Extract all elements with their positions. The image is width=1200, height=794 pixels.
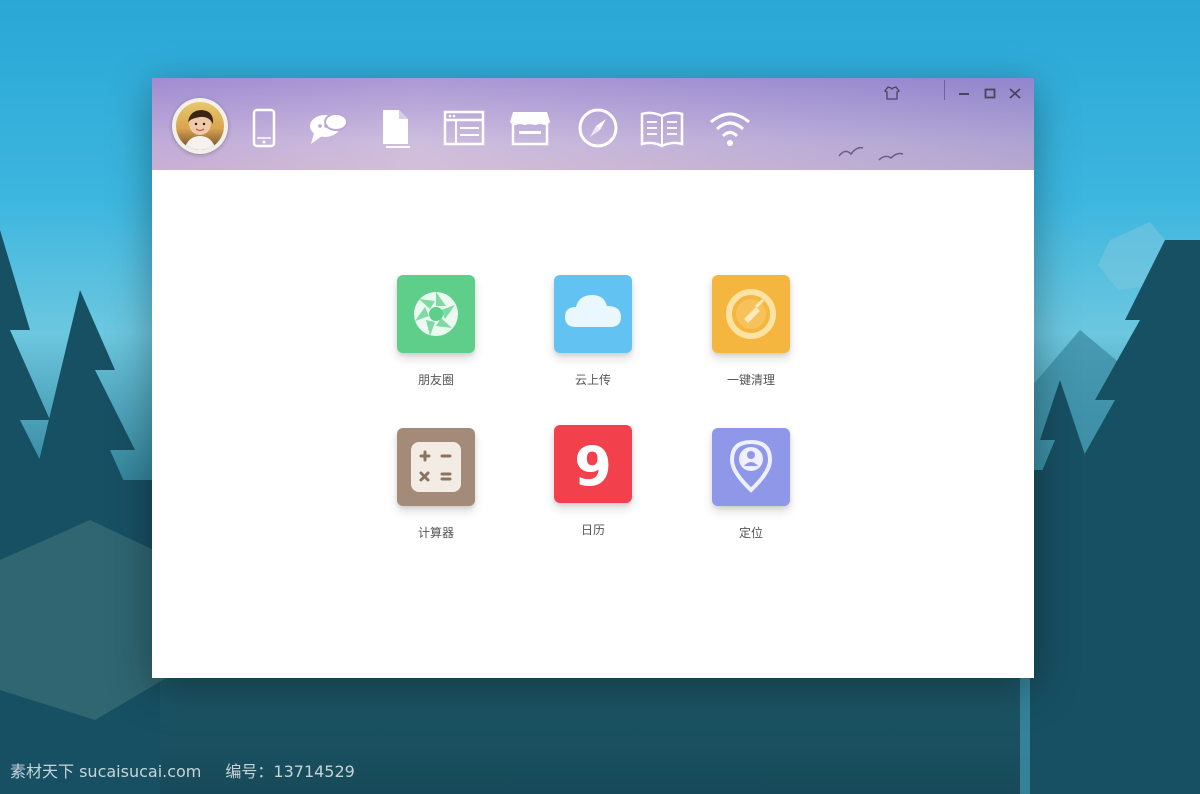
location-pin-icon <box>712 428 790 506</box>
chat-bubbles-icon[interactable] <box>306 106 350 150</box>
shutter-icon <box>397 275 475 353</box>
controls-separator <box>944 80 945 100</box>
calendar-nine-icon: 9 <box>554 425 632 503</box>
app-tile-calculator[interactable]: 计算器 <box>366 428 506 558</box>
cloud-icon <box>554 275 632 353</box>
app-label: 定位 <box>738 526 763 540</box>
app-tile-moments[interactable]: 朋友圈 <box>366 275 506 405</box>
app-label: 朋友圈 <box>417 373 454 387</box>
close-icon[interactable] <box>1005 83 1025 103</box>
app-label: 计算器 <box>417 526 454 540</box>
book-icon[interactable] <box>640 106 684 150</box>
flying-birds <box>838 146 904 161</box>
avatar-photo <box>176 102 224 150</box>
app-tile-calendar[interactable]: 9 日历 <box>523 425 663 555</box>
app-label: 云上传 <box>574 373 611 387</box>
app-tile-location[interactable]: 定位 <box>681 428 821 558</box>
calculator-icon <box>397 428 475 506</box>
document-icon[interactable] <box>374 106 418 150</box>
wifi-icon[interactable] <box>708 106 752 150</box>
watermark-number: 编号：13714529 <box>225 762 355 781</box>
broom-icon <box>712 275 790 353</box>
app-tile-one-click-clean[interactable]: 一键清理 <box>681 275 821 405</box>
store-icon[interactable] <box>508 106 552 150</box>
user-avatar[interactable] <box>172 98 228 154</box>
app-label: 日历 <box>580 523 605 537</box>
app-tile-cloud-upload[interactable]: 云上传 <box>523 275 663 405</box>
browser-window-icon[interactable] <box>442 106 486 150</box>
minimize-icon[interactable] <box>954 83 974 103</box>
shirt-icon[interactable] <box>882 83 902 103</box>
app-window: 朋友圈 云上传 一键清理 计算器 9 日历 定位 <box>152 78 1034 678</box>
maximize-icon[interactable] <box>980 83 1000 103</box>
title-bar[interactable] <box>152 78 1034 170</box>
app-label: 一键清理 <box>726 373 775 387</box>
watermark-site: 素材天下 sucaisucai.com <box>10 762 202 781</box>
calendar-day-number: 9 <box>574 435 612 498</box>
phone-icon[interactable] <box>242 106 286 150</box>
right-forest <box>1030 240 1200 794</box>
compass-icon[interactable] <box>576 106 620 150</box>
watermark: 素材天下 sucaisucai.com 编号：13714529 <box>10 760 355 784</box>
